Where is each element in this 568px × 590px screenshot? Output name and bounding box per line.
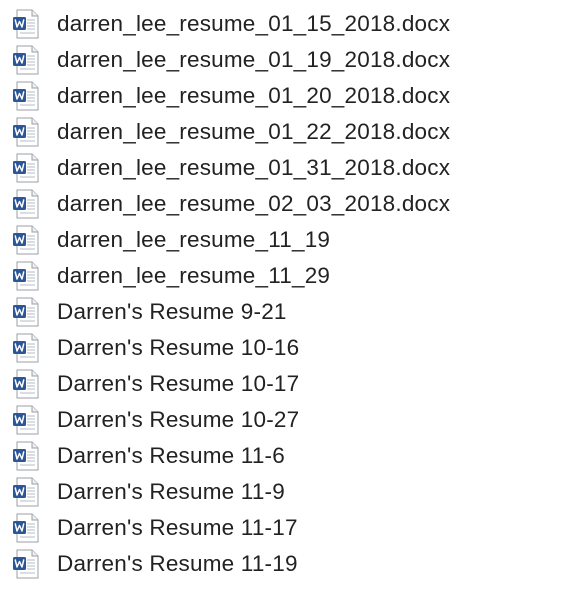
file-name: darren_lee_resume_01_20_2018.docx <box>57 82 451 108</box>
file-name: Darren's Resume 10-17 <box>57 370 300 396</box>
word-document-icon <box>12 153 40 183</box>
word-document-icon <box>12 477 40 507</box>
file-name: darren_lee_resume_01_19_2018.docx <box>57 46 451 72</box>
word-document-icon <box>12 441 40 471</box>
file-row[interactable]: darren_lee_resume_01_20_2018.docx <box>12 78 562 114</box>
file-row[interactable]: darren_lee_resume_02_03_2018.docx <box>12 186 562 222</box>
file-name: darren_lee_resume_01_31_2018.docx <box>57 154 451 180</box>
file-list: darren_lee_resume_01_15_2018.docx darren… <box>12 6 562 582</box>
file-row[interactable]: Darren's Resume 11-19 <box>12 546 562 582</box>
file-row[interactable]: darren_lee_resume_11_19 <box>12 222 562 258</box>
file-name: darren_lee_resume_01_22_2018.docx <box>57 118 451 144</box>
file-row[interactable]: Darren's Resume 10-16 <box>12 330 562 366</box>
word-document-icon <box>12 549 40 579</box>
file-name: Darren's Resume 9-21 <box>57 298 287 324</box>
file-name: Darren's Resume 10-16 <box>57 334 300 360</box>
file-row[interactable]: darren_lee_resume_01_22_2018.docx <box>12 114 562 150</box>
file-row[interactable]: darren_lee_resume_01_15_2018.docx <box>12 6 562 42</box>
file-name: darren_lee_resume_02_03_2018.docx <box>57 190 451 216</box>
word-document-icon <box>12 9 40 39</box>
file-row[interactable]: Darren's Resume 11-9 <box>12 474 562 510</box>
word-document-icon <box>12 513 40 543</box>
file-row[interactable]: Darren's Resume 10-17 <box>12 366 562 402</box>
file-name: Darren's Resume 11-17 <box>57 514 298 540</box>
file-row[interactable]: Darren's Resume 11-17 <box>12 510 562 546</box>
word-document-icon <box>12 333 40 363</box>
word-document-icon <box>12 261 40 291</box>
file-row[interactable]: darren_lee_resume_01_19_2018.docx <box>12 42 562 78</box>
file-name: Darren's Resume 11-19 <box>57 550 298 576</box>
file-name: Darren's Resume 11-6 <box>57 442 285 468</box>
file-row[interactable]: Darren's Resume 9-21 <box>12 294 562 330</box>
file-name: Darren's Resume 10-27 <box>57 406 300 432</box>
word-document-icon <box>12 189 40 219</box>
file-row[interactable]: darren_lee_resume_01_31_2018.docx <box>12 150 562 186</box>
file-name: Darren's Resume 11-9 <box>57 478 285 504</box>
file-name: darren_lee_resume_11_19 <box>57 226 331 252</box>
word-document-icon <box>12 369 40 399</box>
word-document-icon <box>12 405 40 435</box>
file-row[interactable]: Darren's Resume 10-27 <box>12 402 562 438</box>
file-row[interactable]: darren_lee_resume_11_29 <box>12 258 562 294</box>
file-name: darren_lee_resume_01_15_2018.docx <box>57 10 451 36</box>
word-document-icon <box>12 297 40 327</box>
word-document-icon <box>12 117 40 147</box>
word-document-icon <box>12 225 40 255</box>
word-document-icon <box>12 81 40 111</box>
word-document-icon <box>12 45 40 75</box>
file-name: darren_lee_resume_11_29 <box>57 262 331 288</box>
file-row[interactable]: Darren's Resume 11-6 <box>12 438 562 474</box>
